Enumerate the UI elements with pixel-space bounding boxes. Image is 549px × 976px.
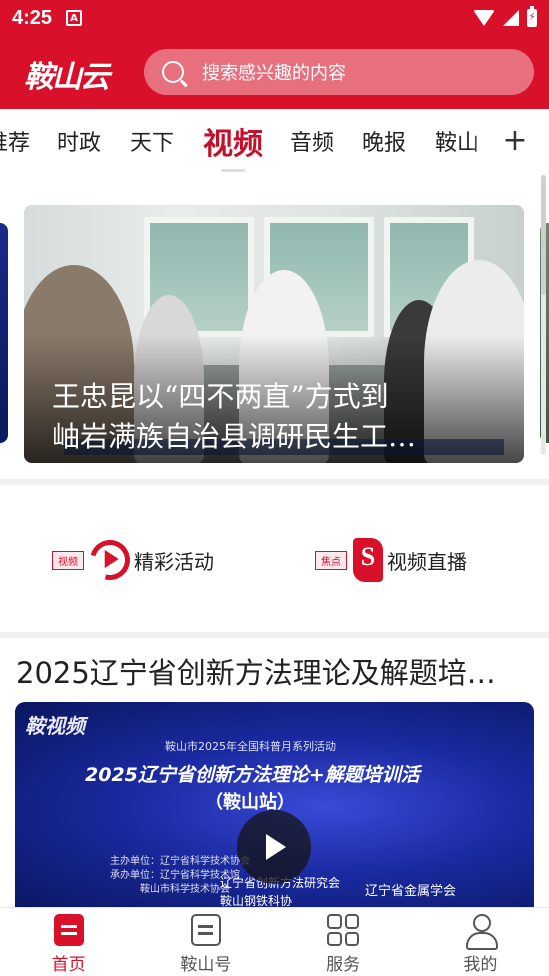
- hero-title-line: 王忠昆以“四不两直”方式到: [52, 380, 389, 413]
- signal-icon: [503, 10, 519, 26]
- wifi-icon: [473, 10, 495, 26]
- section-divider: [0, 632, 549, 638]
- add-channel-button[interactable]: +: [500, 121, 530, 161]
- poster-text: 鞍山市科学技术协会: [140, 884, 230, 895]
- video-play-button[interactable]: [237, 810, 311, 884]
- hero-title[interactable]: 王忠昆以“四不两直”方式到 岫岩满族自治县调研民生工…: [52, 377, 492, 457]
- play-circle-icon: [82, 532, 138, 588]
- status-time: 4:25: [12, 6, 53, 29]
- nav-label: 鞍山号: [180, 955, 232, 975]
- quick-entry-live[interactable]: 焦点 视频直播: [315, 535, 467, 585]
- status-bar: 4:25 A: [0, 0, 549, 36]
- carousel-prev-slide[interactable]: [0, 223, 8, 443]
- search-input[interactable]: 搜索感兴趣的内容: [144, 49, 534, 95]
- poster-text: 辽宁省金属学会: [365, 884, 457, 899]
- app-notification-icon: A: [66, 10, 83, 26]
- section-divider: [0, 479, 549, 485]
- hero-slide[interactable]: 王忠昆以“四不两直”方式到 岫岩满族自治县调研民生工…: [24, 205, 524, 463]
- grid-icon: [327, 914, 360, 946]
- nav-profile[interactable]: 我的: [412, 908, 549, 976]
- nav-home[interactable]: 首页: [0, 908, 137, 976]
- active-tab-indicator: [221, 169, 245, 172]
- search-icon: [162, 61, 184, 83]
- quick-entry-label: 精彩活动: [134, 549, 214, 574]
- bottom-navigation: 首页 鞍山号 服务 我的: [0, 907, 549, 976]
- live-stream-icon: [353, 538, 383, 582]
- hero-carousel[interactable]: 王忠昆以“四不两直”方式到 岫岩满族自治县调研民生工…: [0, 175, 549, 475]
- nav-label: 首页: [51, 955, 86, 975]
- document-icon: [190, 914, 221, 946]
- poster-text: 主办单位：辽宁省科学技术协会: [110, 856, 250, 867]
- quick-entry-label: 视频直播: [387, 549, 467, 574]
- quick-entry-tag: 焦点: [315, 550, 347, 570]
- tab-world[interactable]: 天下: [130, 125, 174, 157]
- nav-label: 我的: [463, 955, 498, 975]
- user-icon: [464, 914, 499, 950]
- quick-entry-activities[interactable]: 视频 精彩活动: [52, 532, 214, 588]
- nav-anshan-account[interactable]: 鞍山号: [137, 908, 274, 976]
- quick-entry-tag: 视频: [52, 550, 84, 570]
- poster-text: 2025辽宁省创新方法理论+解题培训活: [85, 764, 420, 786]
- status-icons: [473, 6, 537, 27]
- channel-tabs: 推荐 时政 天下 视频 音频 晚报 鞍山 +: [0, 109, 549, 173]
- scrollbar-thumb[interactable]: [541, 175, 546, 295]
- video-brand-watermark: 鞍视频: [25, 714, 85, 738]
- search-placeholder: 搜索感兴趣的内容: [202, 63, 346, 84]
- home-icon: [53, 914, 84, 946]
- app-logo: 鞍山云: [24, 60, 110, 95]
- quick-entries: 视频 精彩活动 焦点 视频直播: [0, 491, 549, 631]
- app-header: 鞍山云 搜索感兴趣的内容: [0, 36, 549, 109]
- article-title[interactable]: 2025辽宁省创新方法理论及解题培…: [16, 650, 526, 692]
- app-screen: 4:25 A 鞍山云 搜索感兴趣的内容 推荐 时政 天下 视频 音频 晚报 鞍山…: [0, 0, 549, 976]
- tab-recommend[interactable]: 推荐: [0, 125, 30, 157]
- nav-label: 服务: [326, 955, 361, 975]
- tab-audio[interactable]: 音频: [290, 125, 334, 157]
- poster-text: 鞍山市2025年全国科普月系列活动: [165, 740, 336, 753]
- tab-video[interactable]: 视频: [203, 119, 263, 163]
- tab-evening-news[interactable]: 晚报: [362, 125, 406, 157]
- hero-title-line: 岫岩满族自治县调研民生工…: [52, 420, 417, 453]
- nav-services[interactable]: 服务: [275, 908, 412, 976]
- tab-fade: [470, 109, 500, 173]
- tab-politics[interactable]: 时政: [57, 125, 101, 157]
- battery-icon: [527, 6, 537, 27]
